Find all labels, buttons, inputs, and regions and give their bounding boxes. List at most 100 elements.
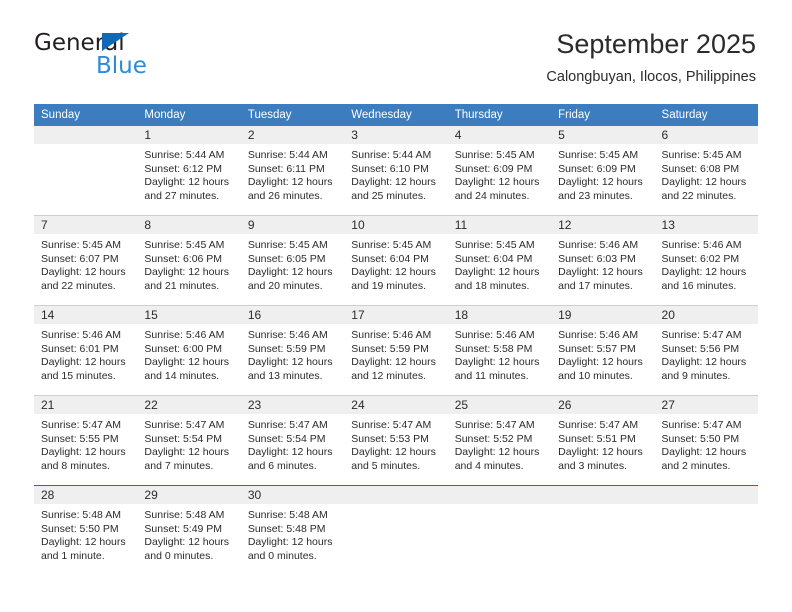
- calendar-day-cell[interactable]: 15 Sunrise: 5:46 AM Sunset: 6:00 PM Dayligh…: [137, 305, 241, 396]
- day-number: 24: [344, 396, 448, 414]
- daylight-duration-line1: Daylight: 12 hours: [144, 266, 230, 279]
- day-cell-inner: 10 Sunrise: 5:45 AM Sunset: 6:04 PM Dayligh…: [344, 216, 448, 305]
- sunrise-time: Sunrise: 5:47 AM: [558, 419, 639, 431]
- calendar-day-cell[interactable]: 3 Sunrise: 5:44 AM Sunset: 6:10 PM Daylight…: [344, 126, 448, 216]
- day-cell-inner: 18 Sunrise: 5:46 AM Sunset: 5:58 PM Dayligh…: [447, 306, 552, 395]
- calendar-day-cell[interactable]: 7 Sunrise: 5:45 AM Sunset: 6:07 PM Daylight…: [34, 215, 138, 306]
- calendar-day-cell[interactable]: 8 Sunrise: 5:45 AM Sunset: 6:06 PM Daylight…: [137, 215, 241, 306]
- sunrise-time: Sunrise: 5:47 AM: [247, 419, 328, 431]
- calendar-day-cell[interactable]: 19 Sunrise: 5:46 AM Sunset: 5:57 PM Dayligh…: [551, 305, 655, 396]
- calendar-day-cell[interactable]: 14 Sunrise: 5:46 AM Sunset: 6:01 PM Dayligh…: [34, 305, 138, 396]
- day-number: 27: [654, 396, 758, 414]
- sunset-time: Sunset: 5:48 PM: [247, 522, 326, 535]
- sunset-time: Sunset: 6:03 PM: [558, 252, 636, 265]
- calendar-day-cell[interactable]: 10 Sunrise: 5:45 AM Sunset: 6:04 PM Dayligh…: [344, 215, 448, 306]
- daylight-duration-line1: Daylight: 12 hours: [351, 176, 436, 189]
- sunrise-time: Sunrise: 5:45 AM: [454, 149, 535, 161]
- calendar-day-cell[interactable]: 29 Sunrise: 5:48 AM Sunset: 5:49 PM Dayligh…: [137, 485, 241, 575]
- calendar-day-cell[interactable]: 5 Sunrise: 5:45 AM Sunset: 6:09 PM Daylight…: [551, 126, 655, 216]
- day-number: [551, 486, 655, 504]
- day-cell-inner: 12 Sunrise: 5:46 AM Sunset: 6:03 PM Dayligh…: [551, 216, 655, 305]
- day-detail: Sunrise: 5:47 AM Sunset: 5:50 PM Daylight:…: [655, 414, 758, 473]
- calendar-day-cell-empty: [344, 485, 448, 575]
- daylight-duration-line1: Daylight: 12 hours: [144, 446, 230, 459]
- daylight-duration-line2: and 8 minutes.: [41, 459, 110, 472]
- day-cell-inner: [654, 486, 758, 575]
- calendar-day-cell[interactable]: 18 Sunrise: 5:46 AM Sunset: 5:58 PM Dayligh…: [447, 305, 552, 396]
- day-detail: Sunrise: 5:45 AM Sunset: 6:07 PM Daylight:…: [34, 234, 137, 293]
- calendar-day-cell[interactable]: 26 Sunrise: 5:47 AM Sunset: 5:51 PM Dayligh…: [551, 395, 655, 486]
- day-cell-inner: 5 Sunrise: 5:45 AM Sunset: 6:09 PM Daylight…: [551, 126, 655, 215]
- day-detail: Sunrise: 5:45 AM Sunset: 6:09 PM Daylight:…: [448, 144, 551, 203]
- title-block: September 2025 Calongbuyan, Ilocos, Phil…: [546, 28, 756, 86]
- daylight-duration-line1: Daylight: 12 hours: [247, 446, 333, 459]
- day-number: 3: [344, 126, 448, 144]
- day-number: 18: [447, 306, 552, 324]
- daylight-duration-line2: and 6 minutes.: [247, 459, 317, 472]
- daylight-duration-line1: Daylight: 12 hours: [144, 536, 230, 549]
- calendar-day-cell[interactable]: 4 Sunrise: 5:45 AM Sunset: 6:09 PM Daylight…: [447, 126, 552, 216]
- day-cell-inner: 25 Sunrise: 5:47 AM Sunset: 5:52 PM Dayligh…: [447, 396, 552, 485]
- day-cell-inner: 4 Sunrise: 5:45 AM Sunset: 6:09 PM Daylight…: [447, 126, 552, 215]
- sunrise-time: Sunrise: 5:47 AM: [351, 419, 432, 431]
- day-detail: Sunrise: 5:44 AM Sunset: 6:12 PM Daylight:…: [137, 144, 240, 203]
- daylight-duration-line1: Daylight: 12 hours: [558, 356, 643, 369]
- calendar-day-cell-empty: [447, 485, 552, 575]
- day-cell-inner: 8 Sunrise: 5:45 AM Sunset: 6:06 PM Daylight…: [137, 216, 241, 305]
- calendar-day-cell[interactable]: 27 Sunrise: 5:47 AM Sunset: 5:50 PM Dayligh…: [654, 395, 758, 486]
- brand-logo[interactable]: General Blue: [34, 32, 264, 88]
- daylight-duration-line1: Daylight: 12 hours: [144, 356, 230, 369]
- calendar-day-cell[interactable]: 25 Sunrise: 5:47 AM Sunset: 5:52 PM Dayligh…: [447, 395, 552, 486]
- calendar-day-cell[interactable]: 6 Sunrise: 5:45 AM Sunset: 6:08 PM Daylight…: [654, 126, 758, 216]
- calendar-day-cell[interactable]: 28 Sunrise: 5:48 AM Sunset: 5:50 PM Dayligh…: [34, 485, 138, 575]
- weekday-header-tuesday: Tuesday: [240, 104, 345, 126]
- day-detail: Sunrise: 5:48 AM Sunset: 5:49 PM Daylight:…: [137, 504, 240, 563]
- day-number: 1: [137, 126, 241, 144]
- daylight-duration-line2: and 17 minutes.: [558, 279, 633, 292]
- sunset-time: Sunset: 5:56 PM: [661, 342, 740, 355]
- daylight-duration-line1: Daylight: 12 hours: [454, 266, 540, 279]
- page-header: General Blue September 2025 Calongbuyan,…: [0, 0, 792, 102]
- day-cell-inner: 19 Sunrise: 5:46 AM Sunset: 5:57 PM Dayligh…: [551, 306, 655, 395]
- day-detail: Sunrise: 5:46 AM Sunset: 6:01 PM Daylight:…: [34, 324, 137, 383]
- calendar-day-cell[interactable]: 11 Sunrise: 5:45 AM Sunset: 6:04 PM Dayligh…: [447, 215, 552, 306]
- sunrise-time: Sunrise: 5:46 AM: [661, 239, 742, 251]
- daylight-duration-line2: and 1 minute.: [41, 549, 105, 562]
- calendar-day-cell[interactable]: 2 Sunrise: 5:44 AM Sunset: 6:11 PM Daylight…: [240, 126, 345, 216]
- calendar-day-cell[interactable]: 17 Sunrise: 5:46 AM Sunset: 5:59 PM Dayligh…: [344, 305, 448, 396]
- sunrise-time: Sunrise: 5:44 AM: [144, 149, 225, 161]
- sunset-time: Sunset: 6:08 PM: [661, 162, 740, 175]
- calendar-day-cell[interactable]: 23 Sunrise: 5:47 AM Sunset: 5:54 PM Dayligh…: [240, 395, 345, 486]
- calendar-day-cell[interactable]: 24 Sunrise: 5:47 AM Sunset: 5:53 PM Dayligh…: [344, 395, 448, 486]
- calendar-day-cell[interactable]: 13 Sunrise: 5:46 AM Sunset: 6:02 PM Dayligh…: [654, 215, 758, 306]
- daylight-duration-line2: and 4 minutes.: [454, 459, 524, 472]
- weekday-header-friday: Friday: [551, 104, 655, 126]
- daylight-duration-line1: Daylight: 12 hours: [41, 266, 126, 279]
- sunrise-time: Sunrise: 5:45 AM: [351, 239, 432, 251]
- calendar-day-cell[interactable]: 30 Sunrise: 5:48 AM Sunset: 5:48 PM Dayligh…: [240, 485, 345, 575]
- calendar-week-row: 7 Sunrise: 5:45 AM Sunset: 6:07 PM Daylight…: [34, 215, 758, 306]
- sunset-time: Sunset: 6:07 PM: [41, 252, 119, 265]
- sunset-time: Sunset: 5:54 PM: [144, 432, 223, 445]
- calendar-day-cell[interactable]: 16 Sunrise: 5:46 AM Sunset: 5:59 PM Dayligh…: [240, 305, 345, 396]
- sunset-time: Sunset: 5:49 PM: [144, 522, 223, 535]
- daylight-duration-line2: and 24 minutes.: [454, 189, 530, 202]
- calendar-day-cell[interactable]: 21 Sunrise: 5:47 AM Sunset: 5:55 PM Dayligh…: [34, 395, 138, 486]
- calendar-day-cell[interactable]: 1 Sunrise: 5:44 AM Sunset: 6:12 PM Daylight…: [137, 126, 241, 216]
- day-detail: Sunrise: 5:47 AM Sunset: 5:56 PM Daylight:…: [655, 324, 758, 383]
- sunrise-time: Sunrise: 5:46 AM: [558, 329, 639, 341]
- day-number: 21: [34, 396, 138, 414]
- calendar-day-cell[interactable]: 9 Sunrise: 5:45 AM Sunset: 6:05 PM Daylight…: [240, 215, 345, 306]
- day-detail: Sunrise: 5:46 AM Sunset: 5:59 PM Daylight:…: [344, 324, 447, 383]
- weekday-header-wednesday: Wednesday: [344, 104, 448, 126]
- sunset-time: Sunset: 6:06 PM: [144, 252, 223, 265]
- calendar-day-cell[interactable]: 12 Sunrise: 5:46 AM Sunset: 6:03 PM Dayligh…: [551, 215, 655, 306]
- day-detail: Sunrise: 5:47 AM Sunset: 5:52 PM Daylight:…: [448, 414, 551, 473]
- sunset-time: Sunset: 6:02 PM: [661, 252, 740, 265]
- calendar-day-cell[interactable]: 22 Sunrise: 5:47 AM Sunset: 5:54 PM Dayligh…: [137, 395, 241, 486]
- calendar-day-cell[interactable]: 20 Sunrise: 5:47 AM Sunset: 5:56 PM Dayligh…: [654, 305, 758, 396]
- day-cell-inner: 24 Sunrise: 5:47 AM Sunset: 5:53 PM Dayligh…: [344, 396, 448, 485]
- page-title: September 2025: [556, 29, 756, 59]
- day-cell-inner: 13 Sunrise: 5:46 AM Sunset: 6:02 PM Dayligh…: [654, 216, 758, 305]
- day-number: 19: [551, 306, 655, 324]
